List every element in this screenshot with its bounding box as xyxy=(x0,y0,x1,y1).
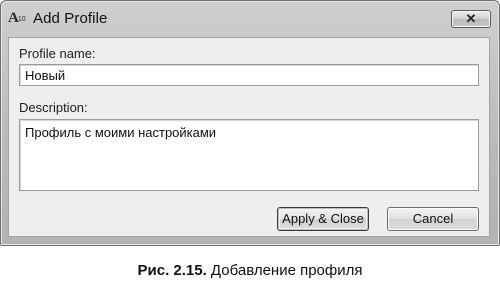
window-title: Add Profile xyxy=(33,10,108,27)
add-profile-dialog: A10 Add Profile ✕ Profile name: Новый De… xyxy=(0,0,500,246)
profile-name-input[interactable]: Новый xyxy=(19,64,479,86)
description-label: Description: xyxy=(19,100,88,115)
caption-text: Добавление профиля xyxy=(206,262,363,279)
caption-number: Рис. 2.15. xyxy=(137,262,207,279)
autocad-app-icon: A10 xyxy=(8,10,26,26)
close-button[interactable]: ✕ xyxy=(451,10,491,28)
cancel-button[interactable]: Cancel xyxy=(387,207,479,231)
profile-name-label: Profile name: xyxy=(19,46,96,61)
description-textarea[interactable]: Профиль с моими настройками xyxy=(19,119,479,191)
dialog-content: Profile name: Новый Description: Профиль… xyxy=(8,37,490,237)
figure-caption: Рис. 2.15. Добавление профиля xyxy=(0,262,500,279)
title-bar[interactable]: A10 Add Profile ✕ xyxy=(1,1,499,35)
apply-close-button[interactable]: Apply & Close xyxy=(277,207,369,231)
close-icon: ✕ xyxy=(465,11,477,26)
